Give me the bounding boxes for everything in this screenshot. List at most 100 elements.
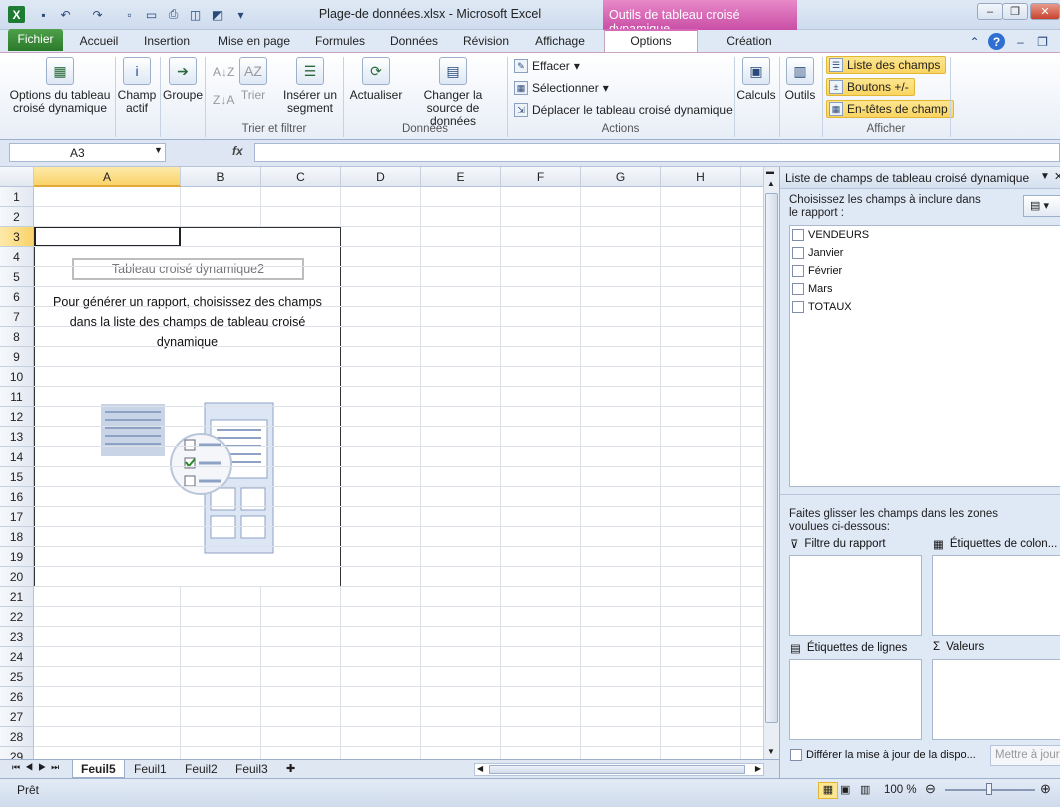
zoom-out-icon[interactable]: ⊖: [925, 781, 936, 797]
field-janvier[interactable]: Janvier: [792, 247, 843, 259]
row-header-6[interactable]: 6: [0, 287, 34, 307]
select-button[interactable]: ▦ Sélectionner ▾: [514, 81, 609, 95]
tab-fichier[interactable]: Fichier: [8, 29, 63, 51]
scroll-down-icon[interactable]: ▼: [767, 747, 775, 756]
row-header-21[interactable]: 21: [0, 587, 34, 607]
row-header-14[interactable]: 14: [0, 447, 34, 467]
sheet-tab-feuil1[interactable]: Feuil1: [126, 760, 175, 778]
worksheet-grid[interactable]: A B C D E F G H Tableau croisé dynamique…: [0, 167, 763, 759]
new-file-icon[interactable]: ▫: [121, 6, 138, 23]
print-icon[interactable]: ⎙: [165, 6, 182, 23]
panel-menu-icon[interactable]: ▼: [1040, 171, 1050, 182]
active-cell-a3[interactable]: [34, 226, 181, 247]
restore-button[interactable]: ❐: [1002, 3, 1028, 20]
panel-close-icon[interactable]: ✕: [1054, 170, 1060, 183]
scroll-split-icon[interactable]: ▬: [766, 167, 774, 176]
col-header-a[interactable]: A: [34, 167, 181, 187]
doc-minimize-icon[interactable]: –: [1012, 33, 1029, 50]
row-header-25[interactable]: 25: [0, 667, 34, 687]
col-header-f[interactable]: F: [501, 167, 581, 187]
sort-za-icon[interactable]: Z↓A: [213, 93, 234, 107]
horizontal-scroll-thumb[interactable]: [489, 765, 745, 774]
row-header-20[interactable]: 20: [0, 567, 34, 587]
row-header-12[interactable]: 12: [0, 407, 34, 427]
col-header-h[interactable]: H: [661, 167, 741, 187]
clear-button[interactable]: ✎ Effacer ▾: [514, 59, 580, 73]
row-header-27[interactable]: 27: [0, 707, 34, 727]
sheet-nav-icon[interactable]: ⏮◀▶⏭: [12, 762, 64, 773]
customize-qat-icon[interactable]: ▾: [232, 6, 249, 23]
row-header-28[interactable]: 28: [0, 727, 34, 747]
row-header-22[interactable]: 22: [0, 607, 34, 627]
name-box[interactable]: A3: [9, 143, 166, 162]
tab-affichage[interactable]: Affichage: [528, 32, 592, 52]
field-vendeurs[interactable]: VENDEURS: [792, 229, 869, 241]
field-mars[interactable]: Mars: [792, 283, 832, 295]
pivot-options-button[interactable]: ▦ Options du tableau croisé dynamique: [6, 57, 114, 115]
normal-view-icon[interactable]: ▦: [818, 782, 838, 799]
row-header-17[interactable]: 17: [0, 507, 34, 527]
row-header-10[interactable]: 10: [0, 367, 34, 387]
name-box-dropdown-icon[interactable]: ▼: [154, 145, 163, 155]
col-header-e[interactable]: E: [421, 167, 501, 187]
defer-update-option[interactable]: Différer la mise à jour de la dispo...: [790, 749, 976, 761]
refresh-button[interactable]: ⟳ Actualiser: [347, 57, 405, 102]
calculations-button[interactable]: ▣ Calculs: [736, 57, 776, 102]
tab-options[interactable]: Options: [604, 29, 698, 53]
col-header-c[interactable]: C: [261, 167, 341, 187]
field-fevrier[interactable]: Février: [792, 265, 842, 277]
col-header-d[interactable]: D: [341, 167, 421, 187]
vertical-scroll-thumb[interactable]: [765, 193, 778, 723]
row-header-26[interactable]: 26: [0, 687, 34, 707]
sort-button[interactable]: AZ Trier: [237, 57, 269, 102]
page-break-view-icon[interactable]: ▥: [860, 783, 870, 796]
change-source-button[interactable]: ▤ Changer la source de données: [405, 57, 501, 128]
open-folder-icon[interactable]: ▭: [143, 6, 160, 23]
fx-icon[interactable]: fx: [232, 144, 243, 158]
values-drop-zone[interactable]: [932, 659, 1060, 740]
col-header-g[interactable]: G: [581, 167, 661, 187]
row-header-1[interactable]: 1: [0, 187, 34, 207]
update-button[interactable]: Mettre à jour: [990, 745, 1060, 766]
formula-input[interactable]: [254, 143, 1060, 162]
print-preview-icon[interactable]: ◫: [187, 6, 204, 23]
col-header-b[interactable]: B: [181, 167, 261, 187]
page-layout-view-icon[interactable]: ▣: [840, 783, 850, 796]
field-checkbox[interactable]: [792, 301, 804, 313]
tools-button[interactable]: ▥ Outils: [781, 57, 819, 102]
sheet-tab-feuil3[interactable]: Feuil3: [227, 760, 276, 778]
insert-sheet-icon[interactable]: ✚: [286, 762, 295, 775]
row-header-7[interactable]: 7: [0, 307, 34, 327]
tab-revision[interactable]: Révision: [456, 32, 516, 52]
row-header-4[interactable]: 4: [0, 247, 34, 267]
row-header-9[interactable]: 9: [0, 347, 34, 367]
scroll-left-icon[interactable]: ◀: [477, 764, 483, 773]
row-header-23[interactable]: 23: [0, 627, 34, 647]
horizontal-scrollbar[interactable]: ◀ ▶: [474, 763, 764, 776]
row-header-29[interactable]: 29: [0, 747, 34, 759]
minimize-ribbon-icon[interactable]: ⌃: [966, 33, 983, 50]
row-header-15[interactable]: 15: [0, 467, 34, 487]
tab-accueil[interactable]: Accueil: [75, 32, 123, 52]
doc-restore-icon[interactable]: ❐: [1034, 33, 1051, 50]
tab-mise-en-page[interactable]: Mise en page: [212, 32, 296, 52]
move-pivot-button[interactable]: ⇲ Déplacer le tableau croisé dynamique: [514, 103, 733, 117]
minimize-button[interactable]: –: [977, 3, 1003, 20]
buttons-toggle[interactable]: ± Boutons +/-: [826, 78, 915, 96]
field-totaux[interactable]: TOTAUX: [792, 301, 852, 313]
select-all-corner[interactable]: [0, 167, 34, 187]
field-checkbox[interactable]: [792, 265, 804, 277]
row-header-8[interactable]: 8: [0, 327, 34, 347]
zoom-level[interactable]: 100 %: [884, 784, 917, 796]
row-header-24[interactable]: 24: [0, 647, 34, 667]
save-icon[interactable]: ▪: [35, 6, 52, 23]
tab-creation[interactable]: Création: [716, 32, 782, 52]
row-header-13[interactable]: 13: [0, 427, 34, 447]
layout-options-button[interactable]: ▤ ▾: [1023, 195, 1060, 217]
row-labels-drop-zone[interactable]: [789, 659, 922, 740]
row-header-19[interactable]: 19: [0, 547, 34, 567]
row-header-2[interactable]: 2: [0, 207, 34, 227]
field-checkbox[interactable]: [792, 247, 804, 259]
pivot-table-placeholder[interactable]: Tableau croisé dynamique2 Pour générer u…: [34, 226, 341, 587]
close-button[interactable]: ✕: [1030, 3, 1060, 20]
